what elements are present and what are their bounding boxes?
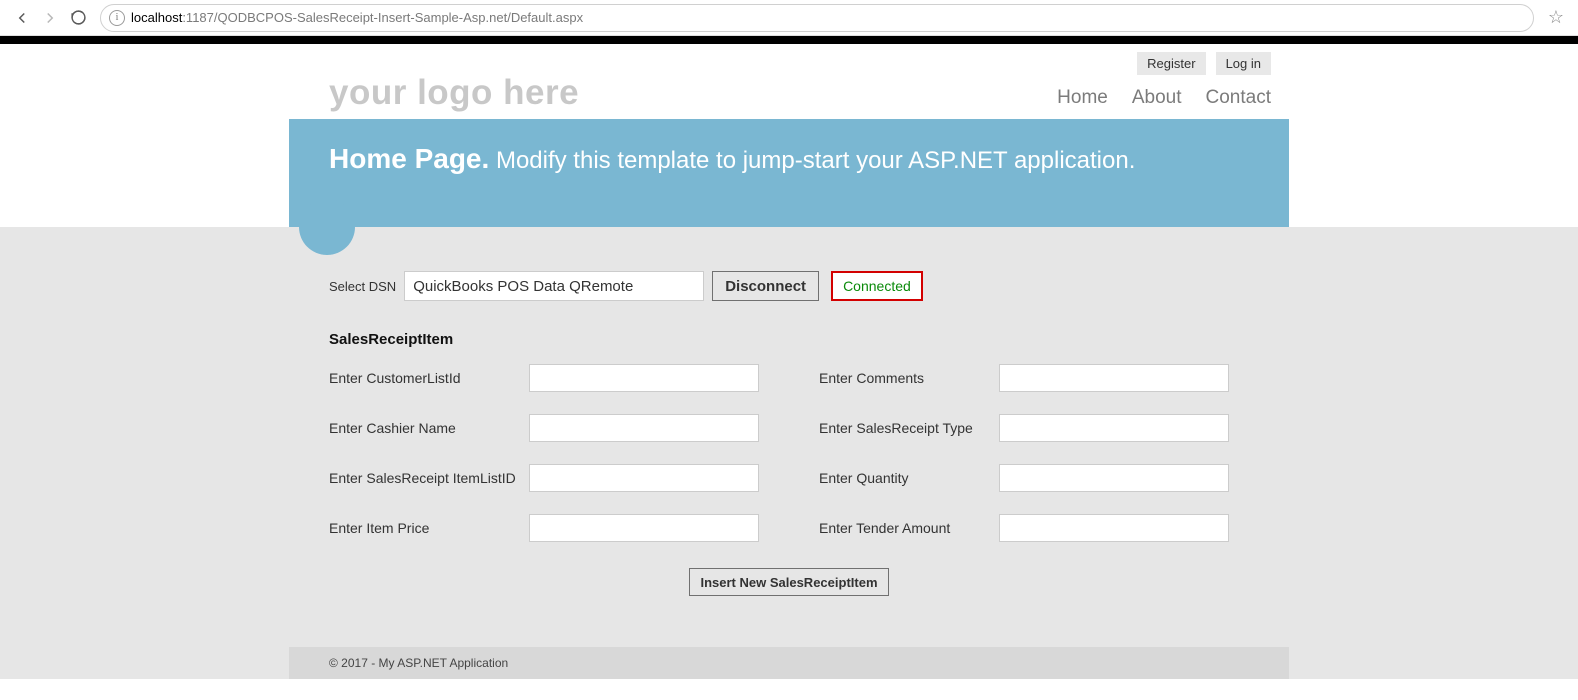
address-bar[interactable]: i localhost:1187/QODBCPOS-SalesReceipt-I… — [100, 4, 1534, 32]
hero-title: Home Page. — [329, 143, 489, 174]
label-cashier-name: Enter Cashier Name — [329, 420, 529, 436]
url-path: :1187/QODBCPOS-SalesReceipt-Insert-Sampl… — [182, 10, 583, 25]
input-comments[interactable] — [999, 364, 1229, 392]
register-link[interactable]: Register — [1137, 52, 1205, 75]
label-comments: Enter Comments — [819, 370, 999, 386]
label-salesreceipt-type: Enter SalesReceipt Type — [819, 420, 999, 436]
account-nav: Register Log in — [289, 44, 1289, 75]
input-cashier-name[interactable] — [529, 414, 759, 442]
site-info-icon[interactable]: i — [109, 10, 125, 26]
dsn-label: Select DSN — [329, 279, 396, 294]
label-customer-list-id: Enter CustomerListId — [329, 370, 529, 386]
input-salesreceipt-type[interactable] — [999, 414, 1229, 442]
disconnect-button[interactable]: Disconnect — [712, 271, 819, 301]
connection-status-badge: Connected — [831, 271, 923, 301]
header: your logo here Home About Contact — [289, 75, 1289, 119]
content-area: Select DSN Disconnect Connected SalesRec… — [289, 227, 1289, 647]
nav-about[interactable]: About — [1132, 87, 1182, 109]
input-tender-amount[interactable] — [999, 514, 1229, 542]
back-button[interactable] — [8, 4, 36, 32]
nav-contact[interactable]: Contact — [1206, 87, 1271, 109]
browser-toolbar: i localhost:1187/QODBCPOS-SalesReceipt-I… — [0, 0, 1578, 36]
label-quantity: Enter Quantity — [819, 470, 999, 486]
section-title: SalesReceiptItem — [329, 331, 1249, 348]
label-item-price: Enter Item Price — [329, 520, 529, 536]
hero-banner: Home Page. Modify this template to jump-… — [289, 119, 1289, 227]
site-logo[interactable]: your logo here — [329, 73, 579, 113]
dsn-input[interactable] — [404, 271, 704, 301]
main-nav: Home About Contact — [1057, 87, 1271, 113]
form-grid: Enter CustomerListId Enter Comments Ente… — [329, 364, 1249, 542]
label-tender-amount: Enter Tender Amount — [819, 520, 999, 536]
input-salesreceipt-itemlistid[interactable] — [529, 464, 759, 492]
login-link[interactable]: Log in — [1216, 52, 1271, 75]
hero-bubble-decor — [299, 199, 355, 255]
input-customer-list-id[interactable] — [529, 364, 759, 392]
url-host: localhost — [131, 10, 182, 25]
forward-button[interactable] — [36, 4, 64, 32]
input-item-price[interactable] — [529, 514, 759, 542]
black-divider — [0, 36, 1578, 44]
input-quantity[interactable] — [999, 464, 1229, 492]
reload-button[interactable] — [64, 4, 92, 32]
nav-home[interactable]: Home — [1057, 87, 1108, 109]
dsn-row: Select DSN Disconnect Connected — [329, 271, 1249, 301]
bookmark-star-icon[interactable]: ☆ — [1542, 4, 1570, 32]
label-salesreceipt-itemlistid: Enter SalesReceipt ItemListID — [329, 470, 529, 486]
footer: © 2017 - My ASP.NET Application — [289, 647, 1289, 679]
hero-subtitle: Modify this template to jump-start your … — [496, 147, 1135, 174]
insert-button[interactable]: Insert New SalesReceiptItem — [689, 568, 888, 596]
